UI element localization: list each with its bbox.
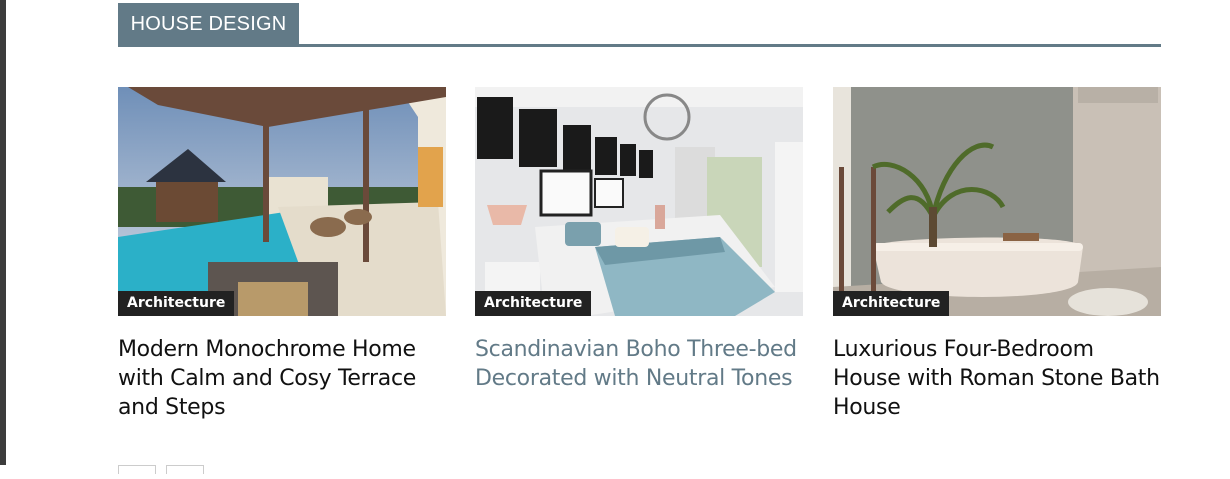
post-thumbnail[interactable]: Architecture xyxy=(475,87,803,316)
post-title[interactable]: Luxurious Four-Bedroom House with Roman … xyxy=(833,335,1161,422)
next-page-button[interactable] xyxy=(166,465,204,474)
window-edge xyxy=(0,0,6,465)
post-card[interactable]: Architecture Luxurious Four-Bedroom Hous… xyxy=(833,87,1161,422)
section-header: HOUSE DESIGN xyxy=(118,3,1161,47)
post-card[interactable]: Architecture Scandinavian Boho Three-bed… xyxy=(475,87,803,393)
post-card[interactable]: Architecture Modern Monochrome Home with… xyxy=(118,87,446,422)
post-title[interactable]: Scandinavian Boho Three-bed Decorated wi… xyxy=(475,335,803,393)
category-badge[interactable]: Architecture xyxy=(118,291,235,316)
bedroom-image xyxy=(475,87,803,316)
post-thumbnail[interactable]: Architecture xyxy=(833,87,1161,316)
category-badge[interactable]: Architecture xyxy=(833,291,950,316)
villa-pool-image xyxy=(118,87,446,316)
pagination xyxy=(118,461,214,479)
section-divider xyxy=(118,44,1161,47)
section-title[interactable]: HOUSE DESIGN xyxy=(118,3,299,44)
post-title[interactable]: Modern Monochrome Home with Calm and Cos… xyxy=(118,335,446,422)
category-badge[interactable]: Architecture xyxy=(475,291,592,316)
bathroom-image xyxy=(833,87,1161,316)
post-thumbnail[interactable]: Architecture xyxy=(118,87,446,316)
prev-page-button[interactable] xyxy=(118,465,156,474)
